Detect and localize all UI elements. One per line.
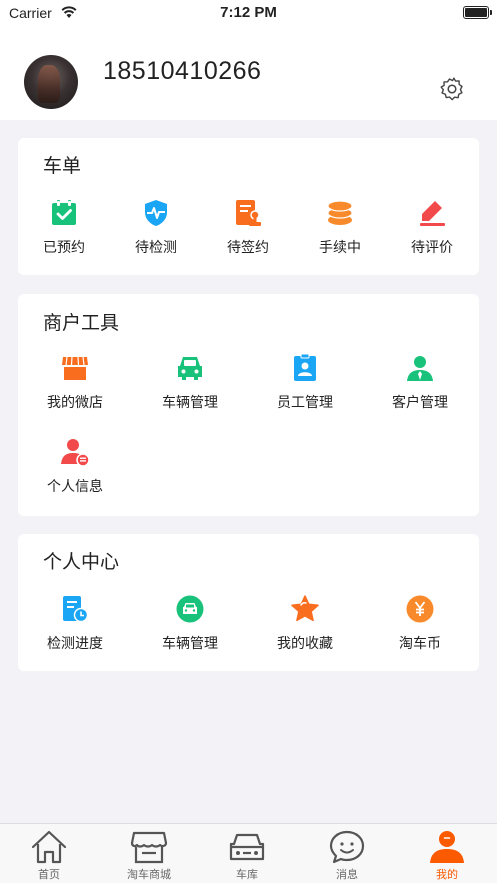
tab-profile[interactable]: 我的 xyxy=(407,829,487,882)
store-icon xyxy=(62,356,88,380)
merchant-item-store[interactable]: 我的微店 xyxy=(25,353,125,412)
personal-item-coins[interactable]: 淘车币 xyxy=(370,594,470,653)
tab-garage[interactable]: 车库 xyxy=(207,829,287,882)
pencil-edit-icon xyxy=(420,201,445,226)
personal-label-coins: 淘车币 xyxy=(399,636,441,652)
order-item-pending-inspection[interactable]: 待检测 xyxy=(106,198,206,257)
car-circle-icon xyxy=(176,595,204,623)
badge-icon xyxy=(294,353,316,381)
merchant-label-profile: 个人信息 xyxy=(47,479,103,495)
tab-label-garage: 车库 xyxy=(236,868,258,881)
merchant-label-store: 我的微店 xyxy=(47,395,103,411)
tab-label-home: 首页 xyxy=(38,868,60,881)
tab-label-shop: 淘车商城 xyxy=(127,868,171,881)
personal-label-vehicles: 车辆管理 xyxy=(162,636,218,652)
garage-car-icon xyxy=(229,833,265,861)
yuan-coin-icon xyxy=(406,595,434,623)
personal-label-inspection-progress: 检测进度 xyxy=(47,636,103,652)
status-bar: Carrier 7:12 PM xyxy=(0,0,497,26)
merchant-tools-title: 商户工具 xyxy=(43,312,120,334)
personal-center-card: 个人中心 检测进度 车辆管理 我的收藏 淘车币 xyxy=(18,534,479,671)
orders-title: 车单 xyxy=(43,155,82,177)
merchant-label-customers: 客户管理 xyxy=(392,395,448,411)
merchant-item-vehicles[interactable]: 车辆管理 xyxy=(140,353,240,412)
calendar-check-icon xyxy=(52,200,76,225)
merchant-label-vehicles: 车辆管理 xyxy=(162,395,218,411)
merchant-label-staff: 员工管理 xyxy=(277,395,333,411)
avatar[interactable] xyxy=(24,55,78,109)
orders-card: 车单 已预约 待检测 待签约 手续中 待评价 xyxy=(18,138,479,275)
battery-icon xyxy=(463,6,492,19)
order-item-pending-signing[interactable]: 待签约 xyxy=(198,198,298,257)
order-label-pending-inspection: 待检测 xyxy=(135,240,177,256)
order-item-pending-review[interactable]: 待评价 xyxy=(382,198,482,257)
merchant-item-profile[interactable]: 个人信息 xyxy=(25,437,125,496)
person-tie-icon xyxy=(407,356,433,381)
tab-label-profile: 我的 xyxy=(436,868,458,881)
order-label-pending-signing: 待签约 xyxy=(227,240,269,256)
user-info-icon xyxy=(61,439,90,467)
order-label-pending-review: 待评价 xyxy=(411,240,453,256)
gear-icon[interactable] xyxy=(439,76,465,102)
shop-icon xyxy=(130,831,168,864)
profile-icon xyxy=(430,831,464,863)
order-item-processing[interactable]: 手续中 xyxy=(290,198,390,257)
home-icon xyxy=(31,830,67,864)
profile-header: 18510410266 xyxy=(0,26,497,120)
report-clock-icon xyxy=(63,596,89,623)
contract-stamp-icon xyxy=(236,200,261,226)
personal-item-favorites[interactable]: 我的收藏 xyxy=(255,594,355,653)
personal-item-inspection-progress[interactable]: 检测进度 xyxy=(25,594,125,653)
coin-stack-icon xyxy=(327,200,353,225)
user-phone: 18510410266 xyxy=(103,57,262,85)
star-icon xyxy=(291,595,319,622)
tab-messages[interactable]: 消息 xyxy=(307,829,387,882)
merchant-item-staff[interactable]: 员工管理 xyxy=(255,353,355,412)
order-label-processing: 手续中 xyxy=(319,240,361,256)
tab-home[interactable]: 首页 xyxy=(9,829,89,882)
tab-label-messages: 消息 xyxy=(336,868,358,881)
message-icon xyxy=(329,830,365,864)
order-item-booked[interactable]: 已预约 xyxy=(14,198,114,257)
merchant-tools-card: 商户工具 我的微店 车辆管理 员工管理 客户管理 个人信息 xyxy=(18,294,479,516)
car-icon xyxy=(178,357,202,380)
personal-center-title: 个人中心 xyxy=(43,551,120,573)
tab-shop[interactable]: 淘车商城 xyxy=(109,829,189,882)
personal-label-favorites: 我的收藏 xyxy=(277,636,333,652)
merchant-item-customers[interactable]: 客户管理 xyxy=(370,353,470,412)
tab-bar: 首页 淘车商城 车库 消息 我的 xyxy=(0,823,497,883)
personal-item-vehicles[interactable]: 车辆管理 xyxy=(140,594,240,653)
clock: 7:12 PM xyxy=(220,4,277,21)
shield-pulse-icon xyxy=(145,200,167,226)
order-label-booked: 已预约 xyxy=(43,240,85,256)
